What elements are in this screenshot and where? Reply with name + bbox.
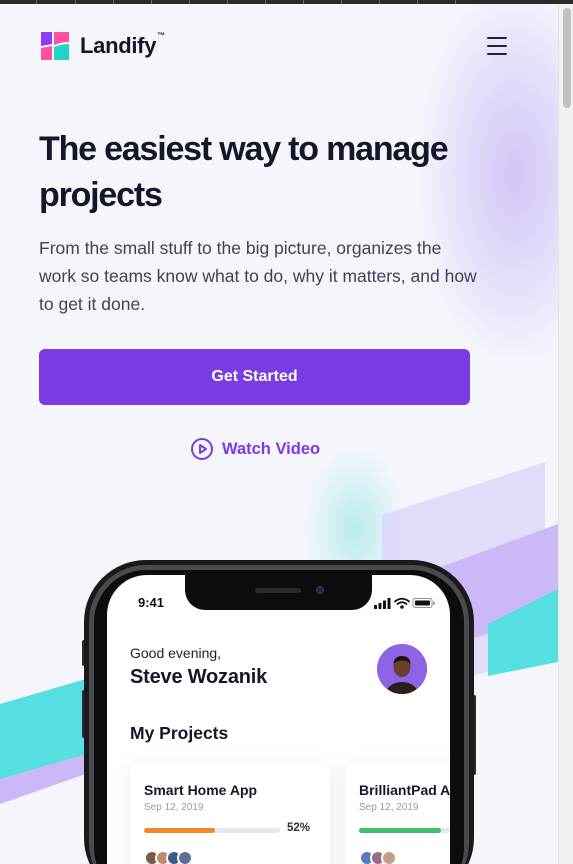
site-header: Landify ™ [39, 26, 509, 66]
greeting-text: Good evening, [130, 645, 222, 661]
brand-name: Landify [80, 33, 157, 58]
project-card[interactable]: Smart Home App Sep 12, 2019 52% [130, 761, 330, 864]
progress-fill [359, 828, 441, 833]
camera-icon [316, 586, 324, 594]
trademark-mark: ™ [157, 31, 166, 40]
scrollbar-thumb[interactable] [563, 8, 571, 108]
battery-icon [412, 598, 435, 608]
play-circle-icon [191, 438, 213, 460]
avatar [381, 850, 397, 864]
project-date: Sep 12, 2019 [359, 802, 419, 813]
project-name: Smart Home App [144, 782, 258, 798]
page-scrollbar[interactable] [558, 4, 573, 864]
project-card[interactable]: BrilliantPad A Sep 12, 2019 [345, 761, 450, 864]
progress-fill [144, 828, 215, 833]
avatar[interactable] [377, 644, 427, 694]
watch-video-link[interactable]: Watch Video [190, 437, 320, 461]
browser-top-strip [0, 0, 573, 4]
signal-icon [374, 598, 391, 609]
status-time: 9:41 [138, 595, 165, 610]
user-name: Steve Wozanik [130, 666, 268, 688]
brand-logo[interactable]: Landify ™ [39, 26, 165, 66]
get-started-button[interactable]: Get Started [39, 349, 470, 405]
progress-bar [144, 828, 280, 833]
progress-label: 52% [287, 822, 311, 834]
status-icons [374, 597, 435, 609]
landify-logo-icon [41, 32, 69, 60]
watch-video-label: Watch Video [222, 439, 321, 458]
progress-bar [359, 828, 450, 833]
hero-title: The easiest way to manage projects [39, 130, 449, 214]
project-name: BrilliantPad A [359, 782, 450, 798]
hero-subtitle: From the small stuff to the big picture,… [39, 238, 477, 314]
hamburger-menu-icon[interactable] [485, 34, 509, 58]
phone-screen: 9:41 Good evening, Steve Wozanik My Proj… [107, 575, 450, 864]
wifi-icon [394, 597, 410, 609]
section-title: My Projects [130, 723, 229, 743]
phone-notch [185, 575, 372, 610]
project-date: Sep 12, 2019 [144, 802, 204, 813]
avatar [177, 850, 193, 864]
